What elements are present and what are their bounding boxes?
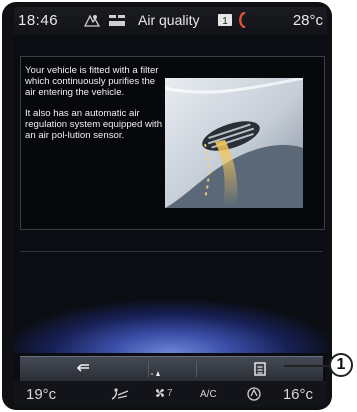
back-icon: [76, 364, 89, 372]
info-text: Your vehicle is fitted with a filter whi…: [25, 65, 163, 151]
air-quality-info-panel: Your vehicle is fitted with a filter whi…: [20, 56, 325, 230]
status-bar: 18:46 Air quality 1 28°c: [14, 7, 327, 35]
callout-marker: 1: [329, 353, 353, 377]
callout-leader: [284, 365, 329, 367]
climate-bar: 19°c 7 A/C 16°c: [14, 381, 327, 407]
ambient-glow: [14, 277, 327, 353]
svg-text:1: 1: [222, 16, 228, 27]
fan-level: 7: [167, 388, 173, 399]
separator: [148, 361, 149, 377]
page-indicator-icon: [151, 371, 160, 376]
ac-button[interactable]: A/C: [200, 389, 217, 400]
multimedia-screen: 18:46 Air quality 1 28°c Your vehicle is…: [14, 7, 327, 407]
outside-temperature: 28°c: [292, 12, 323, 29]
passenger-temperature[interactable]: 16°c: [283, 386, 313, 403]
air-distribution-icon[interactable]: [110, 387, 130, 401]
clock: 18:46: [18, 12, 59, 29]
recirculation-icon[interactable]: [246, 386, 262, 402]
air-vent-illustration: [165, 78, 303, 208]
action-bar: [20, 356, 323, 381]
navigation-icon[interactable]: [83, 13, 101, 28]
divider: [20, 251, 323, 252]
page-title: Air quality: [138, 12, 200, 28]
media-icon[interactable]: [109, 15, 125, 26]
driver-temperature[interactable]: 19°c: [26, 386, 56, 403]
info-paragraph-sensor: It also has an automatic air regulation …: [25, 108, 163, 141]
phone-icon[interactable]: [237, 12, 247, 28]
info-paragraph-filter: Your vehicle is fitted with a filter whi…: [25, 65, 159, 98]
fan-icon[interactable]: [154, 387, 166, 399]
menu-icon: [253, 362, 266, 376]
message-icon[interactable]: 1: [217, 12, 233, 28]
menu-button[interactable]: [196, 357, 323, 381]
back-button[interactable]: [20, 357, 148, 381]
